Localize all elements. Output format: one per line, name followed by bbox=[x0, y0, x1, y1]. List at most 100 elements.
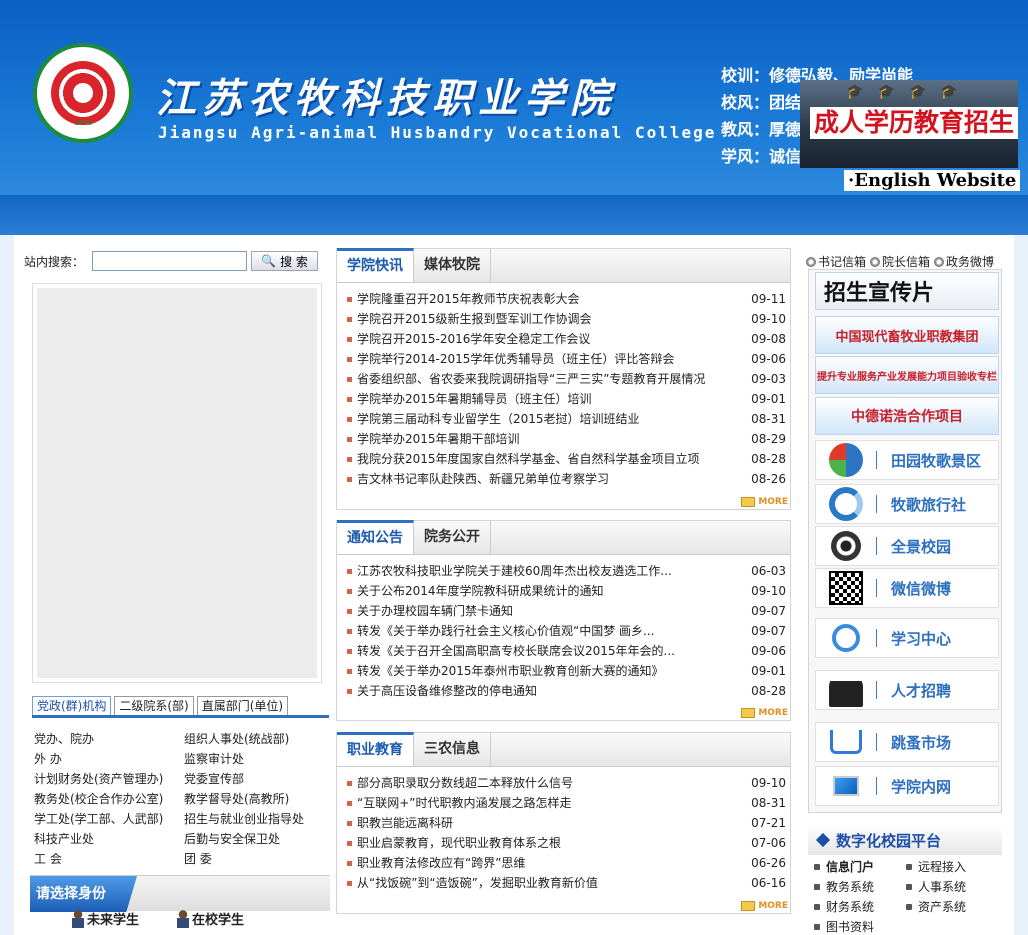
org-link[interactable]: 团 委 bbox=[184, 849, 329, 869]
notice-item[interactable]: 江苏农牧科技职业学院关于建校60周年杰出校友遴选工作... 06-03 bbox=[347, 561, 790, 581]
news-item[interactable]: 我院分获2015年度国家自然科学基金、省自然科学基金项目立项 08-28 bbox=[347, 449, 790, 469]
news-item[interactable]: 学院举行2014-2015学年优秀辅导员（班主任）评比答辩会 09-06 bbox=[347, 349, 790, 369]
news-title: 我院分获2015年度国家自然科学基金、省自然科学基金项目立项 bbox=[357, 452, 700, 466]
notice-item[interactable]: 关于办理校园车辆门禁卡通知 09-07 bbox=[347, 601, 790, 621]
identity-option-label: 在校学生 bbox=[192, 913, 245, 928]
vocational-item[interactable]: 职教岂能远离科研 07-21 bbox=[347, 813, 790, 833]
notice-title: 转发《关于举办2015年泰州市职业教育创新大赛的通知》 bbox=[357, 664, 664, 678]
english-website-link[interactable]: ·English Website bbox=[844, 170, 1021, 191]
digital-link-academic[interactable]: 教务系统 bbox=[814, 877, 906, 897]
service-tianyuan[interactable]: 田园牧歌景区 bbox=[815, 440, 999, 480]
notice-date: 09-01 bbox=[751, 664, 786, 678]
org-link[interactable]: 党委宣传部 bbox=[184, 769, 329, 789]
service-recruit[interactable]: 人才招聘 bbox=[815, 670, 999, 710]
notice-list: 江苏农牧科技职业学院关于建校60周年杰出校友遴选工作... 06-03 关于公布2… bbox=[337, 555, 790, 701]
vocational-item[interactable]: “互联网+”时代职教内涵发展之路怎样走 08-31 bbox=[347, 793, 790, 813]
admission-video-banner[interactable]: 招生宣传片 bbox=[815, 272, 999, 310]
org-link[interactable]: 教务处(校企合作办公室) bbox=[34, 789, 184, 809]
news-date: 08-31 bbox=[751, 412, 786, 426]
notice-item[interactable]: 关于高压设备维修整改的停电通知 08-28 bbox=[347, 681, 790, 701]
vocational-item[interactable]: 部分高职录取分数线超二本释放什么信号 09-10 bbox=[347, 773, 790, 793]
adult-education-banner[interactable]: 🎓🎓🎓🎓 成人学历教育招生 bbox=[800, 80, 1018, 168]
news-item[interactable]: 学院举办2015年暑期辅导员（班主任）培训 09-01 bbox=[347, 389, 790, 409]
notice-item[interactable]: 转发《关于举办2015年泰州市职业教育创新大赛的通知》 09-01 bbox=[347, 661, 790, 681]
secretary-mailbox-link[interactable]: 书记信箱 bbox=[806, 253, 866, 270]
tab-college-news[interactable]: 学院快讯 bbox=[337, 248, 414, 282]
folder-icon bbox=[741, 901, 756, 911]
digital-link-assets[interactable]: 资产系统 bbox=[906, 897, 998, 917]
digital-link-portal[interactable]: 信息门户 bbox=[814, 857, 906, 877]
tab-affairs[interactable]: 院务公开 bbox=[414, 520, 491, 554]
vocational-item[interactable]: 职业教育法修改应有“跨界”思维 06-26 bbox=[347, 853, 790, 873]
digital-link-hr[interactable]: 人事系统 bbox=[906, 877, 998, 897]
service-capacity-banner[interactable]: 提升专业服务产业发展能力项目验收专栏 bbox=[815, 356, 999, 394]
news-item[interactable]: 学院召开2015级新生报到暨军训工作协调会 09-10 bbox=[347, 309, 790, 329]
org-link[interactable]: 计划财务处(资产管理办) bbox=[34, 769, 184, 789]
bullet-icon bbox=[347, 456, 352, 462]
notice-item[interactable]: 转发《关于召开全国高职高专校长联席会议2015年年会的... 09-06 bbox=[347, 641, 790, 661]
tab-departments[interactable]: 二级院系(部) bbox=[114, 696, 194, 715]
more-link[interactable]: MORE bbox=[741, 497, 788, 507]
org-link[interactable]: 工 会 bbox=[34, 849, 184, 869]
bullet-icon bbox=[347, 588, 352, 594]
notice-item[interactable]: 关于公布2014年度学院教科研成果统计的通知 09-10 bbox=[347, 581, 790, 601]
service-travel[interactable]: 牧歌旅行社 bbox=[815, 484, 999, 524]
news-item[interactable]: 学院第三届动科专业留学生（2015老挝）培训班结业 08-31 bbox=[347, 409, 790, 429]
sino-german-banner[interactable]: 中德诺浩合作项目 bbox=[815, 397, 999, 435]
tab-direct-units[interactable]: 直属部门(单位) bbox=[196, 696, 289, 715]
search-input[interactable] bbox=[92, 251, 248, 271]
tab-notices[interactable]: 通知公告 bbox=[337, 520, 414, 554]
news-item[interactable]: 学院举办2015年暑期干部培训 08-29 bbox=[347, 429, 790, 449]
org-link[interactable]: 招生与就业创业指导处 bbox=[184, 809, 329, 829]
news-item[interactable]: 学院隆重召开2015年教师节庆祝表彰大会 09-11 bbox=[347, 289, 790, 309]
org-link[interactable]: 科技产业处 bbox=[34, 829, 184, 849]
org-link[interactable]: 组织人事处(统战部) bbox=[184, 729, 329, 749]
service-market[interactable]: 跳蚤市场 bbox=[815, 722, 999, 762]
service-panorama[interactable]: 全景校园 bbox=[815, 526, 999, 566]
vocational-item[interactable]: 职业启蒙教育，现代职业教育体系之根 07-06 bbox=[347, 833, 790, 853]
notice-item[interactable]: 转发《关于举办践行社会主义核心价值观“中国梦 画乡... 09-07 bbox=[347, 621, 790, 641]
vocational-title: 部分高职录取分数线超二本释放什么信号 bbox=[357, 776, 574, 790]
org-link[interactable]: 学工处(学工部、人武部) bbox=[34, 809, 184, 829]
panorama-lens-icon bbox=[816, 526, 876, 566]
tab-party-gov[interactable]: 党政(群)机构 bbox=[32, 696, 112, 715]
search-icon: 🔍 bbox=[261, 254, 277, 268]
college-logo[interactable]: 1958 bbox=[33, 43, 133, 143]
news-item[interactable]: 学院召开2015-2016学年安全稳定工作会议 09-08 bbox=[347, 329, 790, 349]
org-link[interactable]: 后勤与安全保卫处 bbox=[184, 829, 329, 849]
news-item[interactable]: 省委组织部、省农委来我院调研指导“三严三实”专题教育开展情况 09-03 bbox=[347, 369, 790, 389]
identity-future-student[interactable]: 未来学生 bbox=[72, 909, 139, 928]
identity-current-student[interactable]: 在校学生 bbox=[177, 909, 244, 928]
org-link[interactable]: 监察审计处 bbox=[184, 749, 329, 769]
tab-agri-info[interactable]: 三农信息 bbox=[414, 732, 491, 766]
recruit-person-icon bbox=[816, 670, 876, 710]
org-link[interactable]: 外 办 bbox=[34, 749, 184, 769]
student-icon bbox=[72, 909, 84, 928]
news-item[interactable]: 吉文林书记率队赴陕西、新疆兄弟单位考察学习 08-26 bbox=[347, 469, 790, 489]
college-name-en: Jiangsu Agri-animal Husbandry Vocational… bbox=[158, 123, 717, 142]
vocational-group-banner[interactable]: 中国现代畜牧业职教集团 bbox=[815, 316, 999, 354]
more-link[interactable]: MORE bbox=[741, 901, 788, 911]
president-mailbox-link[interactable]: 院长信箱 bbox=[870, 253, 930, 270]
org-link[interactable]: 教学督导处(高教所) bbox=[184, 789, 329, 809]
service-label: 人才招聘 bbox=[891, 681, 952, 700]
more-link[interactable]: MORE bbox=[741, 708, 788, 718]
news-date: 08-28 bbox=[751, 452, 786, 466]
service-wechat[interactable]: 微信微博 bbox=[815, 568, 999, 608]
search-button[interactable]: 🔍 搜 索 bbox=[251, 251, 319, 271]
org-link[interactable]: 党办、院办 bbox=[34, 729, 184, 749]
notice-tabs: 通知公告 院务公开 bbox=[337, 520, 790, 555]
digital-link-remote[interactable]: 远程接入 bbox=[906, 857, 998, 877]
tab-vocational-edu[interactable]: 职业教育 bbox=[337, 732, 414, 766]
bullet-icon bbox=[347, 688, 352, 694]
bullet-icon bbox=[347, 376, 352, 382]
digital-link-finance[interactable]: 财务系统 bbox=[814, 897, 906, 917]
vocational-item[interactable]: 从“找饭碗”到“造饭碗”，发掘职业教育新价值 06-16 bbox=[347, 873, 790, 893]
gov-weibo-link[interactable]: 政务微博 bbox=[934, 253, 994, 270]
digital-link-library[interactable]: 图书资料 bbox=[814, 917, 906, 935]
tab-media[interactable]: 媒体牧院 bbox=[414, 248, 491, 282]
link-label: 院长信箱 bbox=[882, 255, 931, 269]
service-study[interactable]: 学习中心 bbox=[815, 618, 999, 658]
notice-title: 关于办理校园车辆门禁卡通知 bbox=[357, 604, 514, 618]
service-intranet[interactable]: 学院内网 bbox=[815, 766, 999, 806]
